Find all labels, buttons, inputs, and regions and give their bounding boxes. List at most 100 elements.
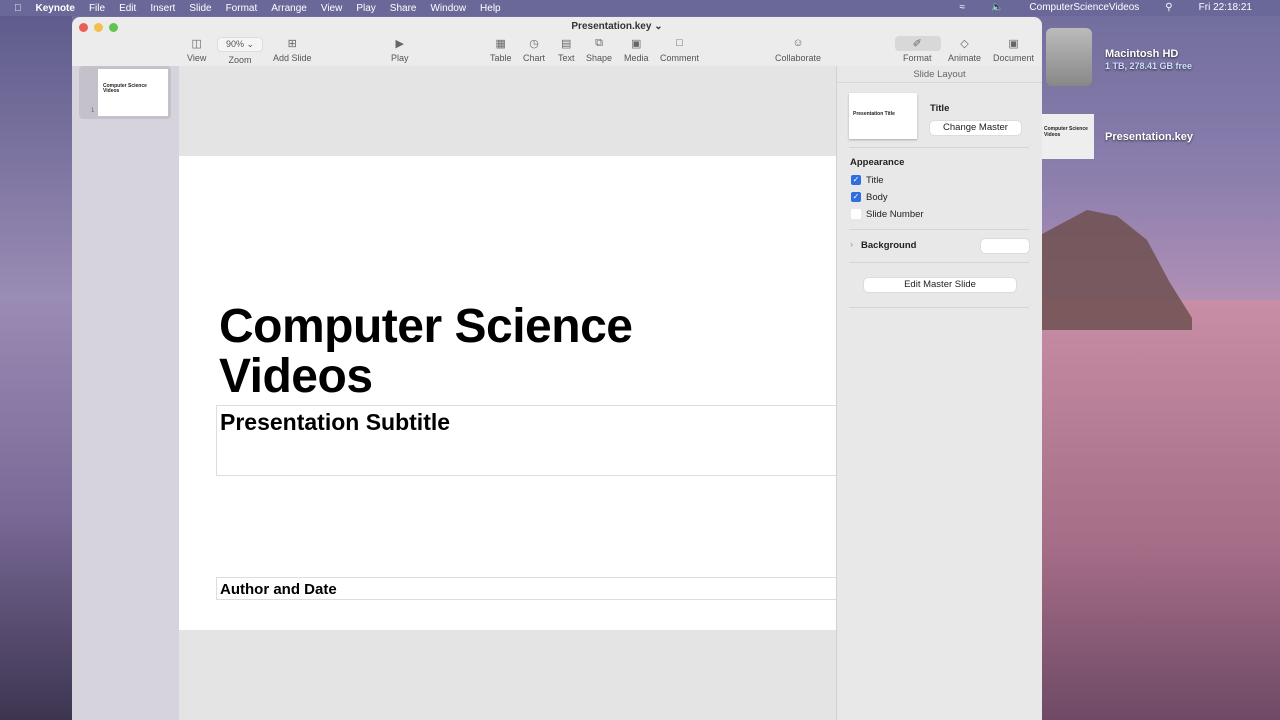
divider xyxy=(849,147,1029,148)
background-label[interactable]: Background xyxy=(861,240,916,251)
play-button[interactable]: ▶ Play xyxy=(391,37,409,63)
paintbrush-icon: ✐ xyxy=(912,38,922,50)
plus-icon: ⊞ xyxy=(287,38,297,50)
document-title[interactable]: Presentation.key xyxy=(571,21,651,32)
add-slide-button[interactable]: ⊞ Add Slide xyxy=(273,37,312,63)
collaborate-icon: ☺ xyxy=(792,37,804,49)
zoom-value[interactable]: 90% xyxy=(226,39,244,49)
menu-play[interactable]: Play xyxy=(356,3,375,14)
volume-icon[interactable]: 🔈 xyxy=(991,2,1003,13)
document-button[interactable]: ▣ Document xyxy=(993,37,1034,63)
title-line-1: Computer Science xyxy=(219,300,633,353)
divider xyxy=(849,307,1029,308)
file-name[interactable]: Presentation.key xyxy=(1105,131,1193,143)
format-button[interactable]: ✐ Format xyxy=(903,37,932,63)
menu-arrange[interactable]: Arrange xyxy=(271,3,307,14)
menu-clock[interactable]: Fri 22:18:21 xyxy=(1199,2,1252,13)
desktop-wallpaper-sea xyxy=(1042,300,1280,720)
menu-format[interactable]: Format xyxy=(226,3,258,14)
table-button[interactable]: ▦ Table xyxy=(490,37,512,63)
body-option-label: Body xyxy=(866,192,888,203)
disclosure-chevron-icon[interactable]: › xyxy=(850,239,853,250)
slide-number-checkbox[interactable] xyxy=(851,209,861,219)
inspector-panel: Slide Layout Presentation Title Title Ch… xyxy=(836,66,1042,720)
apple-icon[interactable]:  xyxy=(14,3,22,14)
collaborate-button[interactable]: ☺ Collaborate xyxy=(775,37,821,63)
slide[interactable]: Computer Science Videos Presentation Subt… xyxy=(179,156,836,630)
menu-user[interactable]: ComputerScienceVideos xyxy=(1029,2,1139,13)
divider xyxy=(849,262,1029,263)
menu-app[interactable]: Keynote xyxy=(36,3,75,14)
menu-slide[interactable]: Slide xyxy=(189,3,211,14)
menu-view[interactable]: View xyxy=(321,3,343,14)
animate-label: Animate xyxy=(948,53,982,63)
format-label: Format xyxy=(903,53,932,63)
comment-icon: □ xyxy=(676,37,683,49)
table-icon: ▦ xyxy=(495,38,506,50)
sidebar-icon: ◫ xyxy=(191,38,202,50)
disk-name[interactable]: Macintosh HD xyxy=(1105,48,1178,60)
slide-title[interactable]: Computer Science Videos xyxy=(219,300,633,403)
desktop-wallpaper xyxy=(0,16,72,720)
wifi-icon[interactable]: ≈ xyxy=(959,2,965,13)
keynote-window: Presentation.key ⌄ ◫ View 90% ⌄ Zoom ⊞ Add … xyxy=(72,17,1042,720)
change-master-button[interactable]: Change Master xyxy=(930,121,1021,135)
search-icon[interactable]: ⚲ xyxy=(1165,2,1172,13)
text-box-icon: ▤ xyxy=(561,38,572,50)
view-button[interactable]: ◫ View xyxy=(187,37,206,63)
text-label: Text xyxy=(558,53,575,63)
divider xyxy=(849,229,1029,230)
shape-icon: ⧉ xyxy=(595,37,603,49)
body-checkbox[interactable]: ✓ xyxy=(851,192,861,202)
inspector-header: Slide Layout xyxy=(837,66,1042,83)
window-title: Presentation.key ⌄ xyxy=(571,21,663,32)
background-color-well[interactable] xyxy=(981,239,1029,253)
title-option-label: Title xyxy=(866,175,884,186)
media-icon: ▣ xyxy=(631,38,642,50)
slide-thumbnail[interactable]: Computer Science Videos xyxy=(98,69,168,116)
collaborate-label: Collaborate xyxy=(775,53,822,63)
zoom-control[interactable]: 90% ⌄ Zoom xyxy=(217,37,264,65)
appearance-heading: Appearance xyxy=(850,157,905,168)
play-label: Play xyxy=(391,53,409,63)
keynote-file-icon[interactable]: Computer Science Videos xyxy=(1042,114,1094,159)
menu-share[interactable]: Share xyxy=(390,3,417,14)
menu-bar:  Keynote File Edit Insert Slide Format … xyxy=(0,0,1280,16)
menu-insert[interactable]: Insert xyxy=(150,3,175,14)
slide-author-date[interactable]: Author and Date xyxy=(216,577,836,600)
zoom-label: Zoom xyxy=(228,55,252,65)
document-label: Document xyxy=(993,53,1035,63)
menu-edit[interactable]: Edit xyxy=(119,3,136,14)
title-checkbox[interactable]: ✓ xyxy=(851,175,861,185)
disk-info: 1 TB, 278.41 GB free xyxy=(1105,61,1193,71)
master-thumbnail[interactable]: Presentation Title xyxy=(849,93,917,139)
text-button[interactable]: ▤ Text xyxy=(558,37,575,63)
media-button[interactable]: ▣ Media xyxy=(624,37,649,63)
menu-help[interactable]: Help xyxy=(480,3,501,14)
animate-icon: ◇ xyxy=(960,38,969,50)
slide-number: 1 xyxy=(91,108,95,114)
desktop-wallpaper-cliff xyxy=(1042,210,1192,330)
master-name: Title xyxy=(930,103,950,114)
menu-window[interactable]: Window xyxy=(430,3,466,14)
thumb-title: Computer Science Videos xyxy=(103,83,147,94)
animate-button[interactable]: ◇ Animate xyxy=(948,37,981,63)
file-thumb-text: Computer Science Videos xyxy=(1044,126,1088,138)
menu-file[interactable]: File xyxy=(89,3,105,14)
edit-master-slide-button[interactable]: Edit Master Slide xyxy=(864,278,1016,292)
comment-button[interactable]: □ Comment xyxy=(660,37,699,63)
master-thumb-title: Presentation Title xyxy=(853,111,895,117)
shape-button[interactable]: ⧉ Shape xyxy=(586,37,612,63)
slide-subtitle[interactable]: Presentation Subtitle xyxy=(216,405,836,476)
play-icon: ▶ xyxy=(395,38,404,50)
title-line-2: Videos xyxy=(219,350,373,403)
table-label: Table xyxy=(490,53,512,63)
slide-number-option-label: Slide Number xyxy=(866,209,924,220)
chart-label: Chart xyxy=(523,53,546,63)
comment-label: Comment xyxy=(660,53,700,63)
view-label: View xyxy=(187,53,207,63)
chart-button[interactable]: ◷ Chart xyxy=(523,37,545,63)
slide-canvas: Computer Science Videos Presentation Subt… xyxy=(179,66,836,720)
hard-drive-icon[interactable] xyxy=(1046,28,1092,86)
add-slide-label: Add Slide xyxy=(273,53,312,63)
